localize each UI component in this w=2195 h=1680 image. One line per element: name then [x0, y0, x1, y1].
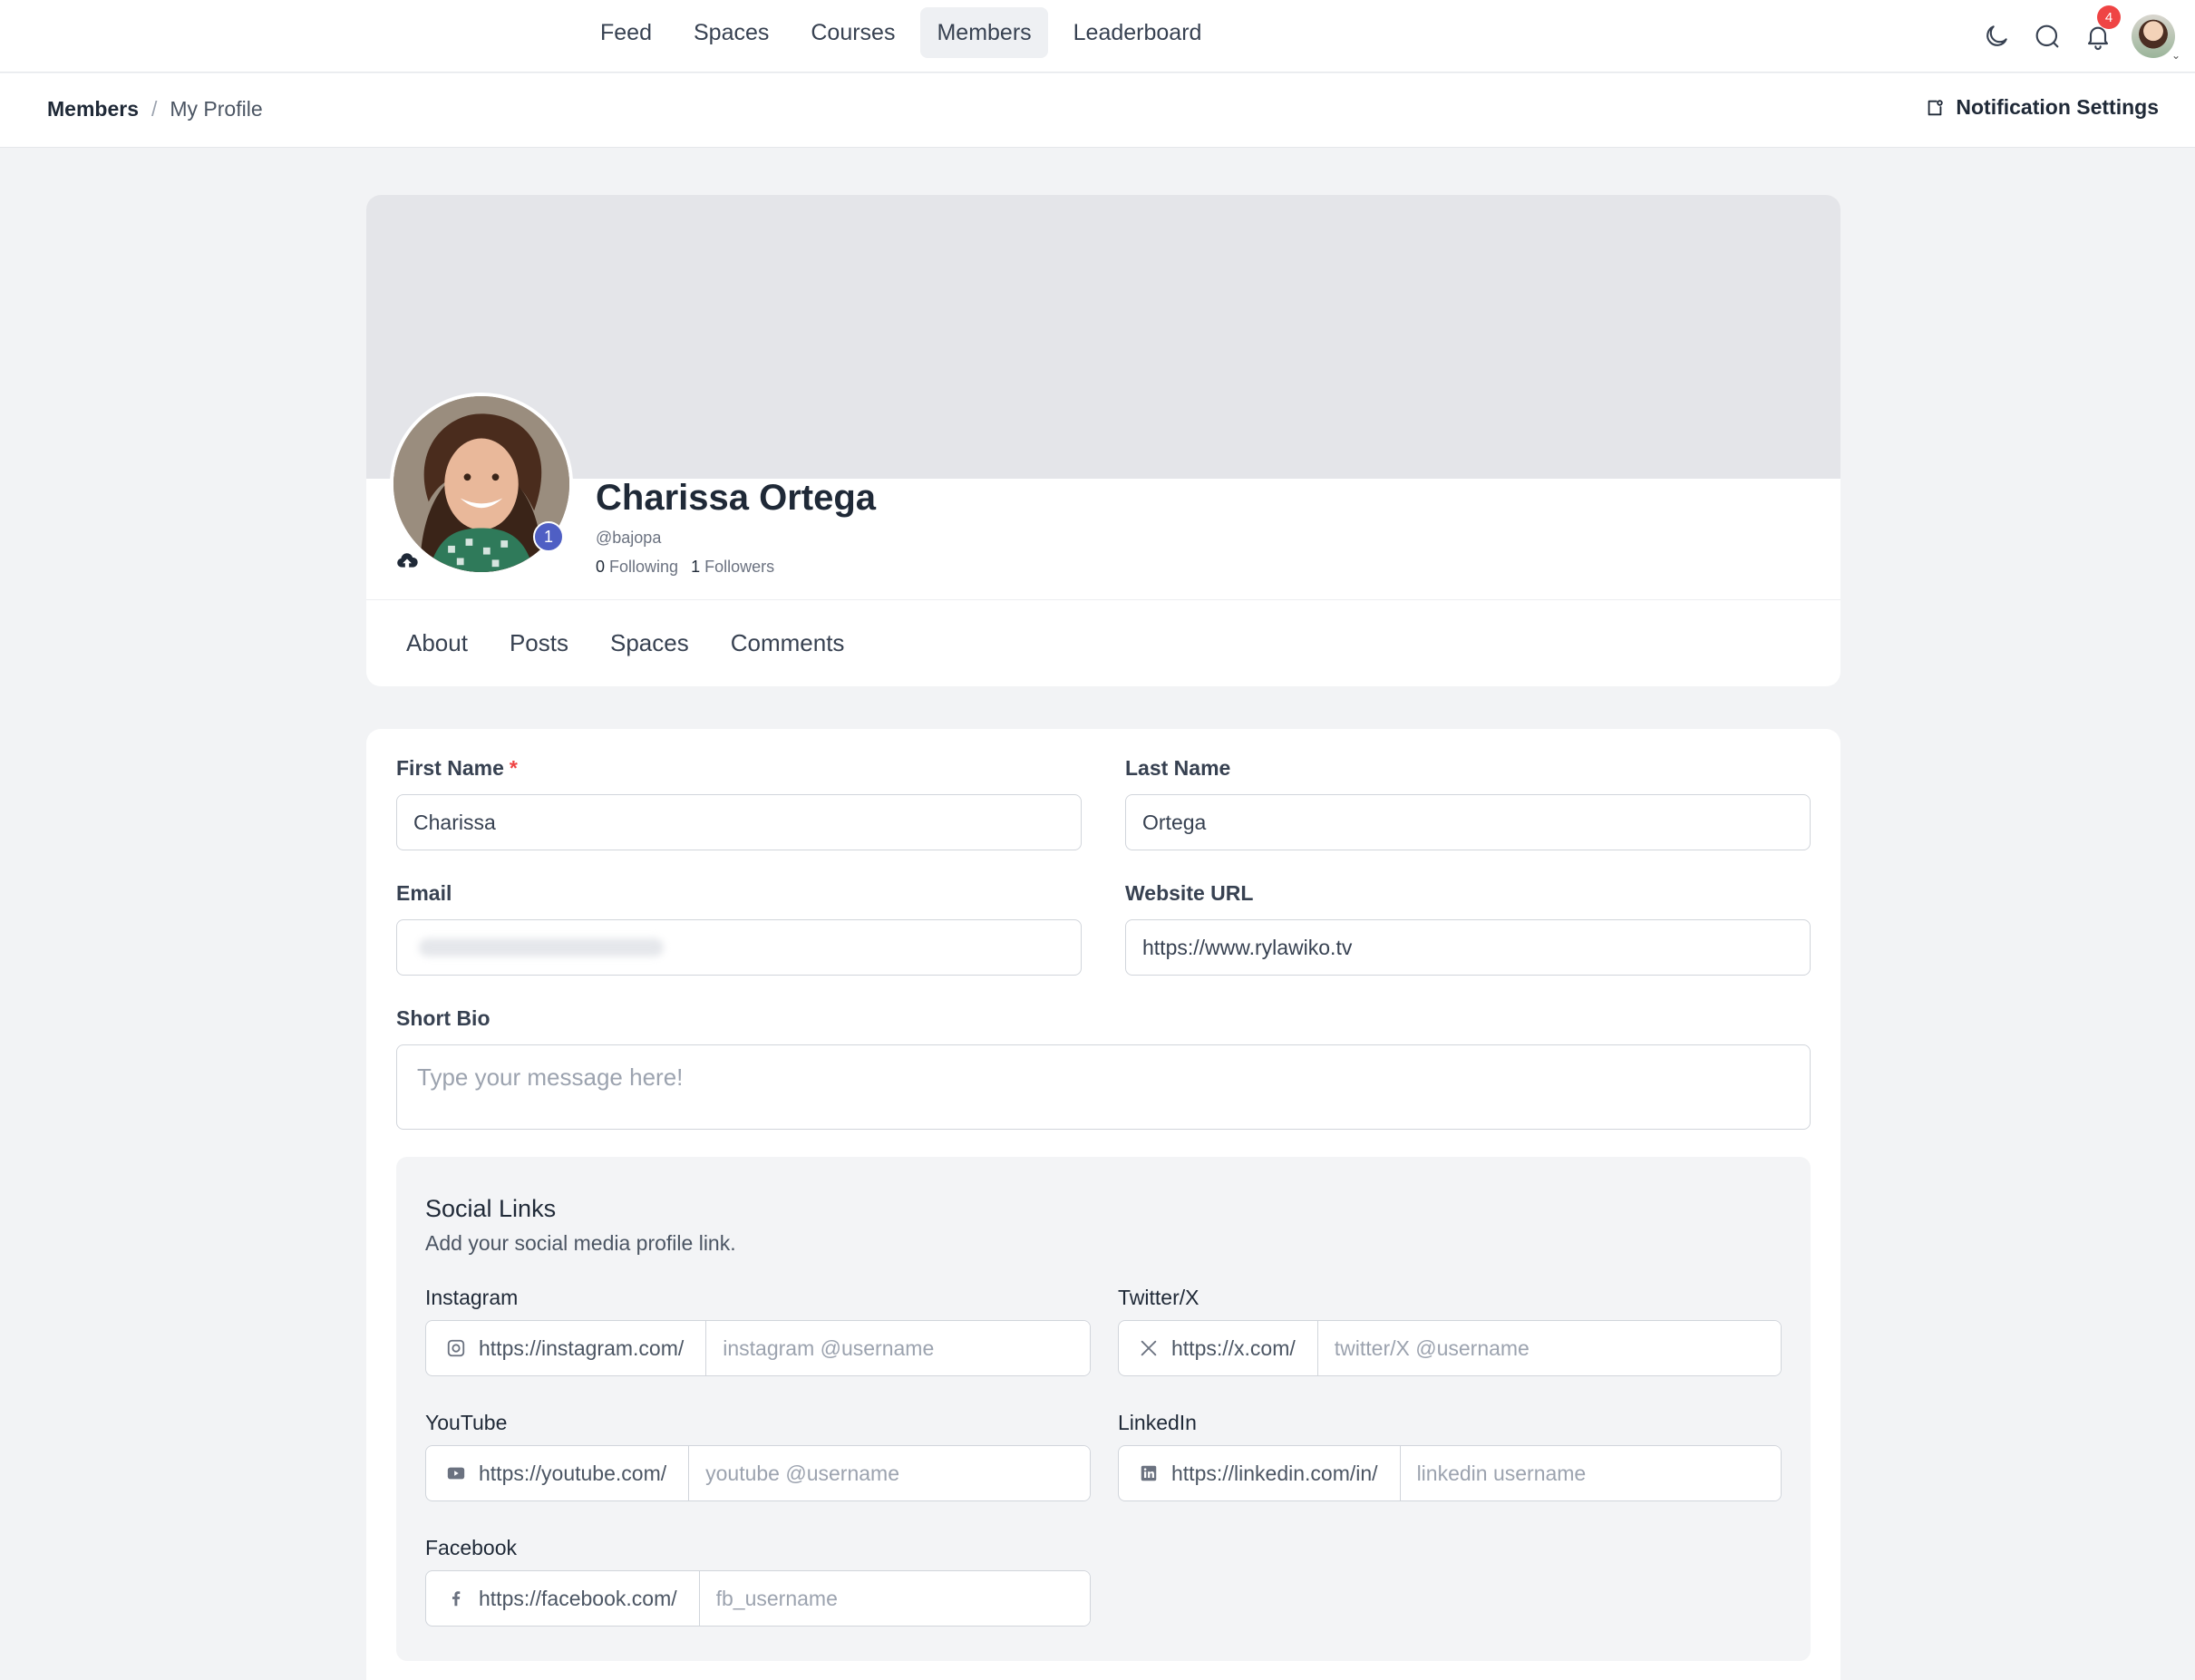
user-avatar[interactable]: ⌄ [2132, 15, 2180, 62]
youtube-icon [447, 1467, 465, 1480]
twitter-field: https://x.com/ [1118, 1320, 1782, 1376]
facebook-field: https://facebook.com/ [425, 1570, 1091, 1627]
short-bio-label: Short Bio [396, 1006, 490, 1030]
breadcrumb-separator: / [151, 97, 158, 121]
follow-stats: 0 Following 1 Followers [596, 558, 774, 577]
facebook-prefix-text: https://facebook.com/ [479, 1586, 677, 1610]
youtube-label: YouTube [425, 1411, 508, 1434]
breadcrumb: Members / My Profile [47, 97, 263, 121]
facebook-prefix: https://facebook.com/ [426, 1571, 700, 1626]
social-links-panel: Social Links Add your social media profi… [396, 1157, 1811, 1661]
short-bio-textarea[interactable] [396, 1044, 1811, 1130]
followers-label: Followers [704, 558, 775, 576]
tab-about[interactable]: About [406, 629, 468, 657]
top-navigation: Feed Spaces Courses Members Leaderboard … [0, 0, 2195, 73]
followers-link[interactable]: 1 Followers [691, 558, 774, 577]
linkedin-field: https://linkedin.com/in/ [1118, 1445, 1782, 1501]
tab-comments[interactable]: Comments [731, 629, 845, 657]
moon-icon[interactable] [1979, 9, 2014, 63]
instagram-prefix: https://instagram.com/ [426, 1321, 707, 1375]
nav-actions: 4 ⌄ [1979, 5, 2180, 63]
instagram-field: https://instagram.com/ [425, 1320, 1091, 1376]
breadcrumb-current: My Profile [170, 97, 263, 121]
website-url-input[interactable] [1125, 919, 1811, 976]
profile-handle: @bajopa [596, 529, 662, 547]
nav-item-courses[interactable]: Courses [794, 7, 911, 58]
profile-card: 1 Charissa Ortega @bajopa 0 Following 1 … [366, 195, 1840, 686]
instagram-username-input[interactable] [706, 1321, 1090, 1375]
search-icon[interactable] [2030, 9, 2064, 63]
twitter-prefix-text: https://x.com/ [1171, 1335, 1296, 1360]
facebook-icon [452, 1591, 461, 1607]
notification-settings-label: Notification Settings [1956, 95, 2159, 119]
bell-icon[interactable]: 4 [2081, 5, 2121, 63]
twitter-username-input[interactable] [1317, 1321, 1781, 1375]
x-logo-icon [1141, 1340, 1157, 1356]
twitter-prefix: https://x.com/ [1119, 1321, 1318, 1375]
twitter-label: Twitter/X [1118, 1286, 1199, 1309]
nav-item-feed[interactable]: Feed [584, 7, 668, 58]
instagram-icon [447, 1339, 465, 1357]
followers-count: 1 [691, 558, 701, 576]
website-url-label: Website URL [1125, 881, 1254, 905]
required-asterisk: * [509, 756, 518, 780]
linkedin-prefix-text: https://linkedin.com/in/ [1171, 1461, 1378, 1485]
chevron-down-icon: ⌄ [2171, 49, 2180, 62]
email-label: Email [396, 881, 452, 905]
cloud-upload-icon[interactable] [395, 549, 419, 572]
linkedin-icon [1141, 1465, 1157, 1481]
instagram-prefix-text: https://instagram.com/ [479, 1335, 685, 1360]
profile-name: Charissa Ortega [596, 478, 877, 518]
nav-item-members[interactable]: Members [920, 7, 1048, 58]
following-label: Following [609, 558, 679, 576]
linkedin-label: LinkedIn [1118, 1411, 1197, 1434]
external-link-icon [1928, 99, 1944, 115]
instagram-label: Instagram [425, 1286, 519, 1309]
following-link[interactable]: 0 Following [596, 558, 678, 577]
blurred-email-value [419, 938, 664, 957]
nav-item-spaces[interactable]: Spaces [677, 7, 785, 58]
youtube-field: https://youtube.com/ [425, 1445, 1091, 1501]
nav-item-leaderboard[interactable]: Leaderboard [1057, 7, 1219, 58]
tab-spaces[interactable]: Spaces [610, 629, 689, 657]
youtube-prefix: https://youtube.com/ [426, 1446, 690, 1500]
breadcrumb-members[interactable]: Members [47, 97, 139, 121]
notification-count-badge: 4 [2097, 5, 2121, 29]
first-name-label: First Name * [396, 756, 518, 780]
last-name-label: Last Name [1125, 756, 1231, 780]
level-badge: 1 [533, 521, 564, 552]
youtube-prefix-text: https://youtube.com/ [479, 1461, 667, 1485]
main-nav: Feed Spaces Courses Members Leaderboard [584, 7, 1218, 58]
profile-form: First Name* Last Name Email Website URL … [366, 729, 1840, 1680]
social-links-subtitle: Add your social media profile link. [425, 1231, 736, 1255]
social-links-title: Social Links [425, 1195, 557, 1222]
sub-header: Members / My Profile Notification Settin… [0, 73, 2195, 148]
profile-tabs: About Posts Spaces Comments [366, 599, 1840, 686]
facebook-username-input[interactable] [699, 1571, 1090, 1626]
facebook-label: Facebook [425, 1536, 518, 1559]
notification-settings-button[interactable]: Notification Settings [1925, 95, 2159, 120]
first-name-input[interactable] [396, 794, 1082, 850]
youtube-username-input[interactable] [689, 1446, 1090, 1500]
last-name-input[interactable] [1125, 794, 1811, 850]
email-input[interactable] [396, 919, 1082, 976]
linkedin-prefix: https://linkedin.com/in/ [1119, 1446, 1401, 1500]
following-count: 0 [596, 558, 606, 576]
tab-posts[interactable]: Posts [510, 629, 568, 657]
linkedin-username-input[interactable] [1400, 1446, 1781, 1500]
cover-image[interactable] [366, 195, 1840, 479]
